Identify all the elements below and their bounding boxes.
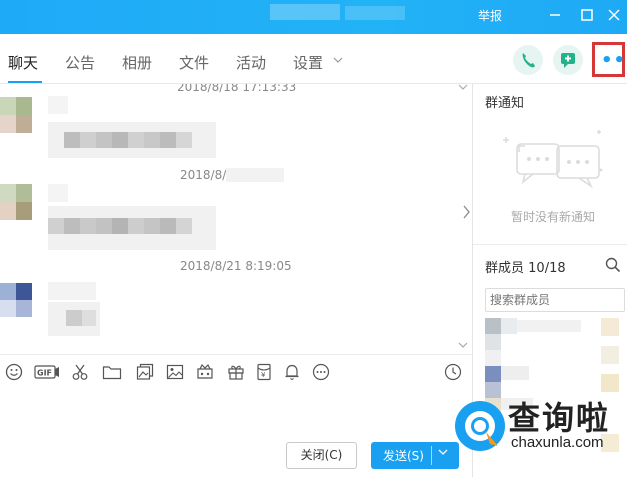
input-toolbar: GIF ¥	[0, 354, 472, 392]
member-tag-blurred	[601, 346, 619, 364]
bell-icon[interactable]	[283, 363, 301, 383]
empty-notice-illustration	[503, 130, 603, 189]
emoji-icon[interactable]	[5, 363, 23, 383]
history-icon[interactable]	[444, 363, 462, 383]
tab-album[interactable]: 相册	[122, 52, 152, 73]
folder-icon[interactable]	[102, 363, 122, 383]
phone-icon[interactable]	[513, 45, 543, 75]
minimize-icon[interactable]	[545, 5, 565, 25]
add-chat-icon[interactable]	[553, 45, 583, 75]
close-button[interactable]: 关闭(C)	[286, 442, 357, 469]
avatar[interactable]	[0, 184, 32, 220]
panel-separator	[473, 244, 627, 245]
message-bubble	[48, 122, 216, 158]
tab-settings[interactable]: 设置	[293, 52, 323, 73]
chevron-down-icon[interactable]	[333, 56, 343, 67]
chevron-down-icon[interactable]	[438, 448, 448, 459]
avatar[interactable]	[0, 283, 32, 317]
close-icon[interactable]	[604, 5, 624, 25]
gif-icon[interactable]: GIF	[34, 363, 60, 383]
chevron-right-icon[interactable]	[463, 205, 471, 223]
svg-text:GIF: GIF	[37, 369, 52, 378]
sender-name-blurred	[48, 282, 96, 300]
tab-chat[interactable]: 聊天	[8, 52, 38, 73]
tab-announcement[interactable]: 公告	[65, 52, 95, 73]
members-count: 10/18	[528, 261, 566, 276]
send-button[interactable]: 发送(S)	[371, 442, 459, 469]
member-search-input[interactable]	[485, 288, 625, 312]
more-icon[interactable]: •••	[592, 42, 627, 77]
avatar[interactable]	[0, 97, 32, 133]
timestamp-blurred	[226, 168, 284, 182]
red-packet-icon[interactable]: ¥	[256, 363, 272, 383]
sender-name-blurred	[48, 96, 68, 114]
message-bubble	[48, 302, 100, 336]
chat-message-area[interactable]: 2018/8/18 17:13:33 2018/8/ 2018/8/21 8:1…	[0, 84, 472, 354]
send-button-label: 发送(S)	[383, 449, 424, 463]
tab-activity[interactable]: 活动	[236, 52, 266, 73]
report-link[interactable]: 举报	[478, 7, 502, 24]
image-icon[interactable]	[166, 363, 184, 383]
member-tag-blurred	[601, 374, 619, 392]
member-tag-blurred	[601, 318, 619, 336]
message-timestamp: 2018/8/	[180, 168, 227, 182]
tab-files[interactable]: 文件	[179, 52, 209, 73]
chat-window: 举报 聊天 公告 相册 文件 活动 设置 •••	[0, 0, 627, 477]
scroll-up-icon[interactable]	[458, 84, 468, 95]
more-circle-icon[interactable]	[312, 363, 330, 383]
gift-icon[interactable]	[227, 363, 245, 383]
svg-text:¥: ¥	[261, 371, 266, 379]
group-name-blurred	[270, 4, 340, 20]
image-collection-icon[interactable]	[136, 363, 154, 383]
scissors-icon[interactable]	[71, 363, 89, 383]
watermark-brand: 查询啦	[508, 399, 611, 437]
tab-bar: 聊天 公告 相册 文件 活动 设置 •••	[0, 34, 627, 84]
send-divider	[431, 446, 432, 465]
watermark-domain: chaxunla.com	[511, 434, 604, 451]
scroll-down-icon[interactable]	[458, 342, 468, 353]
message-timestamp: 2018/8/18 17:13:33	[177, 84, 297, 94]
maximize-icon[interactable]	[577, 5, 597, 25]
search-icon[interactable]	[605, 257, 621, 277]
sender-name-blurred	[48, 184, 68, 202]
gift-box-icon[interactable]	[196, 363, 214, 383]
group-name-blurred-2	[345, 6, 405, 20]
active-tab-indicator	[8, 81, 42, 83]
title-bar: 举报	[0, 0, 627, 34]
empty-notice-text: 暂时没有新通知	[511, 210, 596, 224]
message-bubble	[48, 206, 216, 250]
members-title: 群成员 10/18	[485, 261, 566, 276]
message-timestamp: 2018/8/21 8:19:05	[180, 259, 292, 273]
watermark-logo	[455, 401, 505, 451]
notice-title: 群通知	[485, 96, 525, 111]
